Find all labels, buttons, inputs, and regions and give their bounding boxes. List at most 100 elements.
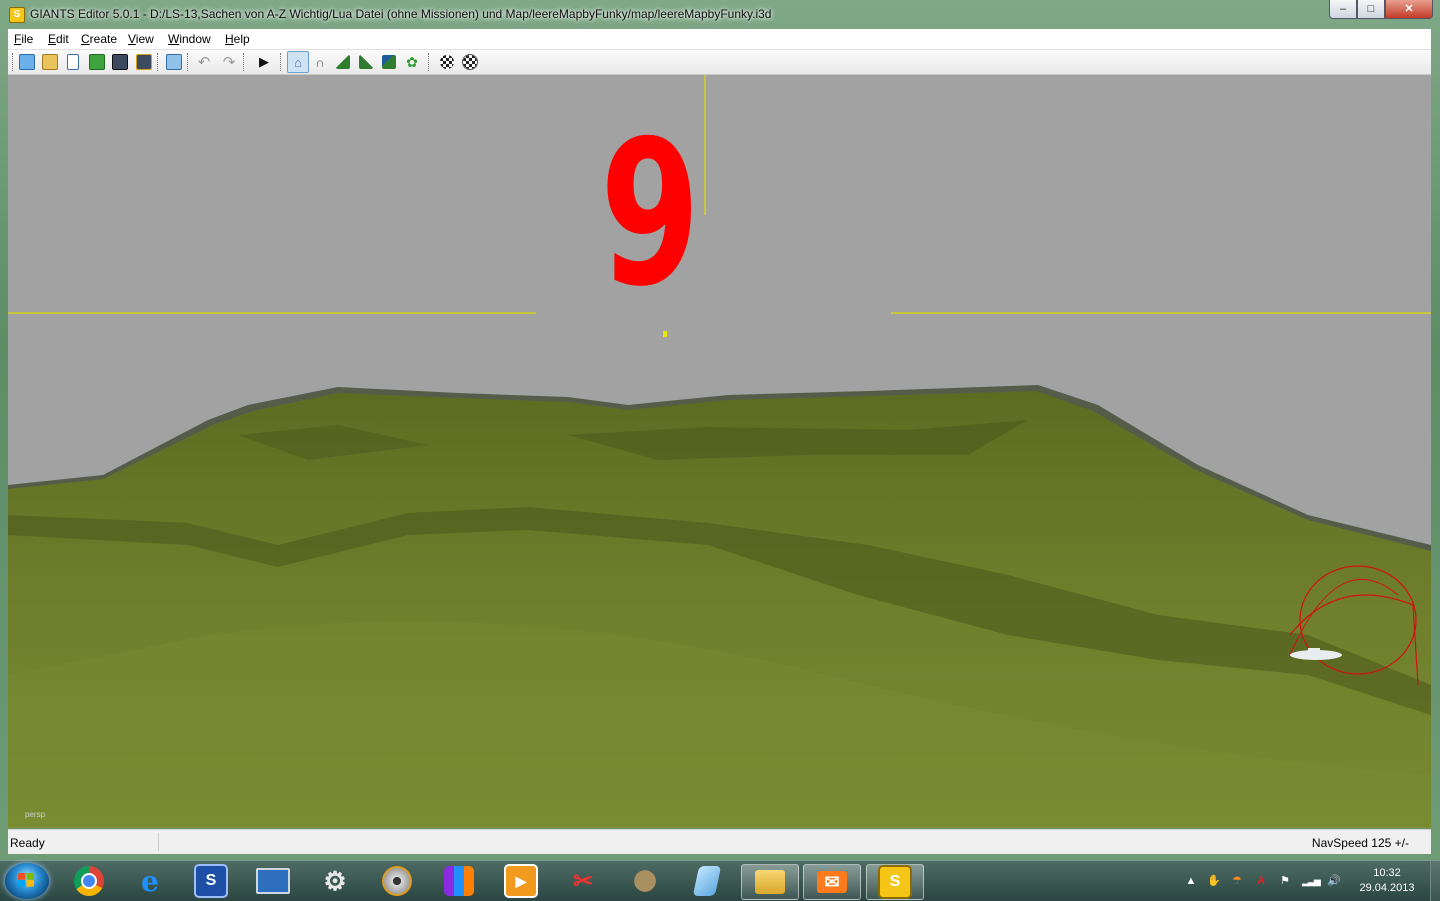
menu-window-label: indow	[179, 32, 211, 46]
gimp-icon	[630, 866, 660, 896]
toolbar-separator	[243, 53, 245, 71]
redo-icon[interactable]: ↷	[220, 53, 238, 71]
maximize-button[interactable]: □	[1357, 0, 1385, 19]
adobe-icon[interactable]: A	[1254, 874, 1268, 888]
archive-icon	[444, 866, 474, 896]
checker-icon[interactable]	[438, 53, 456, 71]
window-controls: – □ ✕	[1329, 0, 1433, 19]
menu-file[interactable]: File	[14, 32, 33, 46]
menu-view[interactable]: View	[128, 32, 154, 46]
magnet-icon[interactable]: ∩	[311, 53, 329, 71]
monitor-icon	[256, 868, 290, 894]
taskbar-app-gimp[interactable]	[617, 864, 673, 898]
menu-help-mnemonic: H	[225, 32, 234, 46]
pivot-marker	[663, 331, 667, 337]
terrain-paint-icon[interactable]	[380, 53, 398, 71]
toolbar-separator	[187, 53, 189, 71]
taskbar-app-mail[interactable]: ✉	[803, 864, 861, 900]
document-icon[interactable]	[64, 53, 82, 71]
3d-viewport[interactable]: 9 persp	[8, 75, 1431, 828]
nav-speed-status: NavSpeed 125 +/-	[1311, 836, 1409, 850]
system-tray: ▲ ✋ ☂ A ⚑ ▂▃▅ 🔊	[1180, 861, 1350, 901]
undo-icon[interactable]: ↶	[195, 53, 213, 71]
status-divider	[158, 833, 159, 851]
antivirus-icon[interactable]: ☂	[1230, 874, 1244, 888]
notepad-icon	[692, 866, 722, 896]
toolbar-separator	[428, 53, 430, 71]
menu-file-label: ile	[21, 32, 34, 46]
internet-explorer-icon: e	[141, 864, 159, 898]
giants-app-icon: S	[9, 7, 25, 23]
clock-time: 10:32	[1373, 867, 1401, 879]
hand-icon[interactable]: ✋	[1207, 874, 1221, 888]
checker-select-icon[interactable]	[461, 53, 479, 71]
settings-gear-icon: ⚙	[323, 865, 347, 896]
network-icon[interactable]: ▂▃▅	[1302, 874, 1321, 888]
taskbar-app-chrome[interactable]	[61, 864, 117, 898]
menu-create-label: reate	[89, 32, 118, 46]
chrome-icon	[74, 866, 104, 896]
menu-edit-mnemonic: E	[48, 32, 57, 46]
expand-arrow-icon[interactable]: ▲	[1184, 874, 1198, 888]
taskbar-app-archive[interactable]	[431, 864, 487, 898]
media-player-icon: ▶	[504, 864, 538, 898]
terrain-icon[interactable]	[334, 53, 352, 71]
camera-label: persp	[25, 810, 46, 819]
editor-window: S GIANTS Editor 5.0.1 - D:/LS-13,Sachen …	[0, 0, 1440, 860]
menu-edit[interactable]: Edit	[48, 32, 69, 46]
taskbar-app-giants-s[interactable]: S	[183, 864, 239, 898]
taskbar-app-ie[interactable]: e	[122, 864, 178, 898]
taskbar-app-media[interactable]: ▶	[493, 864, 549, 898]
save-as-icon[interactable]	[135, 53, 153, 71]
menu-edit-label: dit	[56, 32, 69, 46]
menu-window-mnemonic: W	[168, 32, 180, 46]
disc-icon	[382, 866, 412, 896]
scissors-icon: ✂	[572, 867, 594, 895]
status-bar: Ready NavSpeed 125 +/-	[8, 829, 1431, 854]
foliage-icon[interactable]: ✿	[403, 53, 421, 71]
toolbar-grip	[12, 53, 14, 71]
menu-bar: File Edit Create View Window Help	[8, 29, 1431, 50]
taskbar: e S ⚙ ▶ ✂ ✉ S ▲ ✋ ☂ A ⚑ ▂▃▅ 🔊 10:32 29.0…	[0, 860, 1440, 901]
new-file-icon[interactable]	[18, 53, 36, 71]
open-folder-icon[interactable]	[41, 53, 59, 71]
terrain-sculpt-icon[interactable]	[357, 53, 375, 71]
start-button[interactable]	[5, 863, 49, 899]
flag-icon[interactable]: ⚑	[1278, 874, 1292, 888]
taskbar-app-explorer[interactable]	[741, 864, 799, 900]
giants-editor-icon: S	[878, 865, 912, 899]
clock-date: 29.04.2013	[1359, 882, 1415, 894]
menu-window[interactable]: Window	[168, 32, 211, 46]
menu-create-mnemonic: C	[81, 32, 90, 46]
overlay-number: 9	[600, 98, 701, 331]
scene-render	[8, 75, 1431, 828]
volume-icon[interactable]: 🔊	[1327, 874, 1341, 888]
taskbar-app-disc[interactable]	[369, 864, 425, 898]
save-icon[interactable]	[111, 53, 129, 71]
taskbar-app-settings[interactable]: ⚙	[307, 864, 363, 898]
import-icon[interactable]	[165, 53, 183, 71]
taskbar-app-snipping[interactable]: ✂	[555, 864, 611, 898]
menu-create[interactable]: Create	[81, 32, 117, 46]
menu-help-label: elp	[233, 32, 250, 46]
taskbar-app-giants-editor[interactable]: S	[866, 864, 924, 900]
menu-help[interactable]: Help	[225, 32, 250, 46]
taskbar-app-monitor[interactable]	[245, 864, 301, 898]
home-icon[interactable]: ⌂	[287, 51, 309, 73]
toolbar-separator	[280, 53, 282, 71]
mail-icon: ✉	[817, 871, 847, 893]
show-desktop-button[interactable]	[1430, 861, 1440, 901]
status-text: Ready	[10, 836, 45, 850]
refresh-icon[interactable]	[88, 53, 106, 71]
taskbar-app-notepad[interactable]	[679, 864, 735, 898]
clock[interactable]: 10:32 29.04.2013	[1355, 866, 1419, 896]
window-title: GIANTS Editor 5.0.1 - D:/LS-13,Sachen vo…	[30, 7, 772, 21]
close-button[interactable]: ✕	[1385, 0, 1433, 19]
title-bar[interactable]: S GIANTS Editor 5.0.1 - D:/LS-13,Sachen …	[0, 0, 1440, 28]
minimize-button[interactable]: –	[1329, 0, 1357, 19]
play-icon[interactable]: ▶	[255, 53, 273, 71]
giants-s-icon: S	[194, 864, 228, 898]
file-explorer-icon	[755, 870, 785, 894]
toolbar-separator	[157, 53, 159, 71]
menu-view-mnemonic: V	[128, 32, 136, 46]
